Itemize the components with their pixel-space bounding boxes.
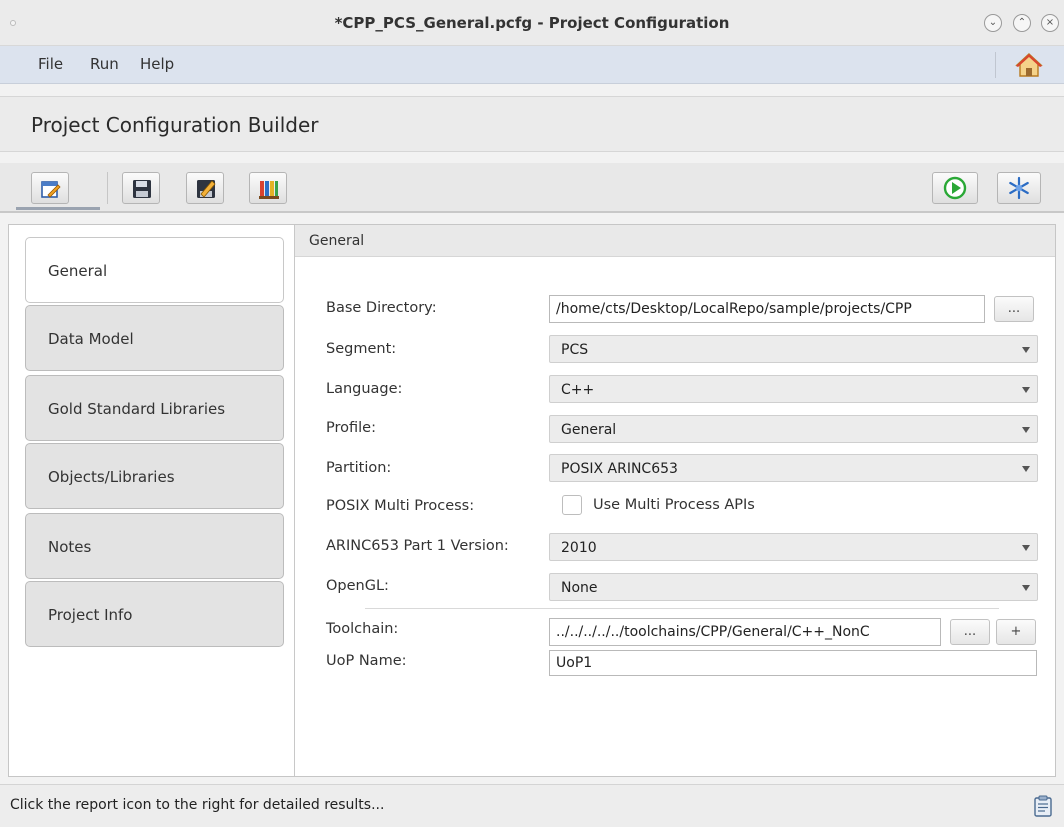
toolchain-browse-button[interactable]: ... bbox=[950, 619, 990, 645]
libraries-button[interactable] bbox=[249, 172, 287, 204]
minimize-button[interactable]: ⌄ bbox=[984, 14, 1002, 32]
language-value: C++ bbox=[561, 382, 595, 398]
menu-file[interactable]: File bbox=[38, 46, 63, 84]
opengl-label: OpenGL: bbox=[326, 578, 389, 594]
toolchain-add-button[interactable]: + bbox=[996, 619, 1036, 645]
nav-item-project-info[interactable]: Project Info bbox=[25, 581, 284, 647]
status-bar: Click the report icon to the right for d… bbox=[0, 784, 1064, 827]
menu-bar: File Run Help bbox=[0, 46, 1064, 84]
menu-divider bbox=[995, 52, 996, 78]
partition-label: Partition: bbox=[326, 460, 392, 476]
title-bar: *CPP_PCS_General.pcfg - Project Configur… bbox=[0, 0, 1064, 46]
save-button[interactable] bbox=[122, 172, 160, 204]
clipboard-report-icon[interactable] bbox=[1034, 795, 1052, 817]
nav-item-label: Project Info bbox=[48, 606, 133, 624]
nav-divider bbox=[294, 225, 295, 776]
run-icon bbox=[943, 176, 967, 200]
nav-item-notes[interactable]: Notes bbox=[25, 513, 284, 579]
chevron-down-icon bbox=[1022, 545, 1030, 551]
profile-label: Profile: bbox=[326, 420, 376, 436]
menu-run[interactable]: Run bbox=[90, 46, 119, 84]
arinc-version-value: 2010 bbox=[561, 540, 597, 556]
edit-config-button[interactable] bbox=[31, 172, 69, 204]
nav-item-label: General bbox=[48, 262, 108, 280]
nav-item-data-model[interactable]: Data Model bbox=[25, 305, 284, 371]
panel-title: General bbox=[309, 233, 365, 249]
save-as-button[interactable] bbox=[186, 172, 224, 204]
main-content: General Data Model Gold Standard Librari… bbox=[8, 224, 1056, 777]
window-title: *CPP_PCS_General.pcfg - Project Configur… bbox=[334, 14, 730, 32]
toolchain-field[interactable]: ../../../../../toolchains/CPP/General/C+… bbox=[549, 618, 941, 646]
menu-help[interactable]: Help bbox=[140, 46, 174, 84]
run-button[interactable] bbox=[932, 172, 978, 204]
uop-name-field[interactable]: UoP1 bbox=[549, 650, 1037, 676]
nav-item-general[interactable]: General bbox=[25, 237, 284, 303]
profile-value: General bbox=[561, 422, 617, 438]
base-directory-browse-button[interactable]: ... bbox=[994, 296, 1034, 322]
chevron-down-icon bbox=[1022, 347, 1030, 353]
nav-item-label: Objects/Libraries bbox=[48, 468, 175, 486]
nav-item-objects-libraries[interactable]: Objects/Libraries bbox=[25, 443, 284, 509]
opengl-value: None bbox=[561, 580, 598, 596]
panel-header: General bbox=[295, 225, 1055, 257]
uop-name-label: UoP Name: bbox=[326, 653, 407, 669]
multi-process-checkbox-label[interactable]: Use Multi Process APIs bbox=[593, 495, 755, 515]
maximize-button[interactable]: ⌃ bbox=[1013, 14, 1031, 32]
close-button[interactable]: × bbox=[1041, 14, 1059, 32]
toolbar bbox=[0, 163, 1064, 213]
page-title: Project Configuration Builder bbox=[31, 113, 319, 137]
segment-dropdown[interactable]: PCS bbox=[549, 335, 1038, 363]
base-directory-field[interactable]: /home/cts/Desktop/LocalRepo/sample/proje… bbox=[549, 295, 985, 323]
arinc-version-label: ARINC653 Part 1 Version: bbox=[326, 538, 509, 554]
library-books-icon bbox=[259, 181, 279, 199]
toolchain-label: Toolchain: bbox=[326, 621, 399, 637]
chevron-down-icon bbox=[1022, 427, 1030, 433]
nav-item-gold-standard-libraries[interactable]: Gold Standard Libraries bbox=[25, 375, 284, 441]
arinc-version-dropdown[interactable]: 2010 bbox=[549, 533, 1038, 561]
nav-item-label: Notes bbox=[48, 538, 92, 556]
chevron-down-icon bbox=[1022, 466, 1030, 472]
multi-process-checkbox[interactable] bbox=[562, 495, 582, 515]
settings-snowflake-icon bbox=[1009, 176, 1029, 200]
settings-button[interactable] bbox=[997, 172, 1041, 204]
segment-value: PCS bbox=[561, 342, 589, 358]
segment-label: Segment: bbox=[326, 341, 397, 357]
toolbar-separator bbox=[107, 172, 108, 204]
edit-config-icon bbox=[41, 181, 61, 198]
language-label: Language: bbox=[326, 381, 403, 397]
language-dropdown[interactable]: C++ bbox=[549, 375, 1038, 403]
home-icon[interactable] bbox=[1015, 51, 1043, 79]
chevron-down-icon bbox=[1022, 387, 1030, 393]
nav-item-label: Data Model bbox=[48, 330, 134, 348]
nav-item-label: Gold Standard Libraries bbox=[48, 400, 226, 418]
partition-value: POSIX ARINC653 bbox=[561, 461, 678, 477]
status-text: Click the report icon to the right for d… bbox=[10, 797, 385, 813]
section-divider bbox=[365, 608, 999, 609]
base-directory-label: Base Directory: bbox=[326, 300, 437, 316]
page-header: Project Configuration Builder bbox=[0, 96, 1064, 152]
partition-dropdown[interactable]: POSIX ARINC653 bbox=[549, 454, 1038, 482]
save-icon bbox=[133, 180, 151, 198]
active-toolbar-indicator bbox=[16, 207, 100, 210]
chevron-down-icon bbox=[1022, 585, 1030, 591]
profile-dropdown[interactable]: General bbox=[549, 415, 1038, 443]
posix-multi-process-label: POSIX Multi Process: bbox=[326, 498, 475, 514]
save-as-icon bbox=[197, 180, 216, 198]
opengl-dropdown[interactable]: None bbox=[549, 573, 1038, 601]
